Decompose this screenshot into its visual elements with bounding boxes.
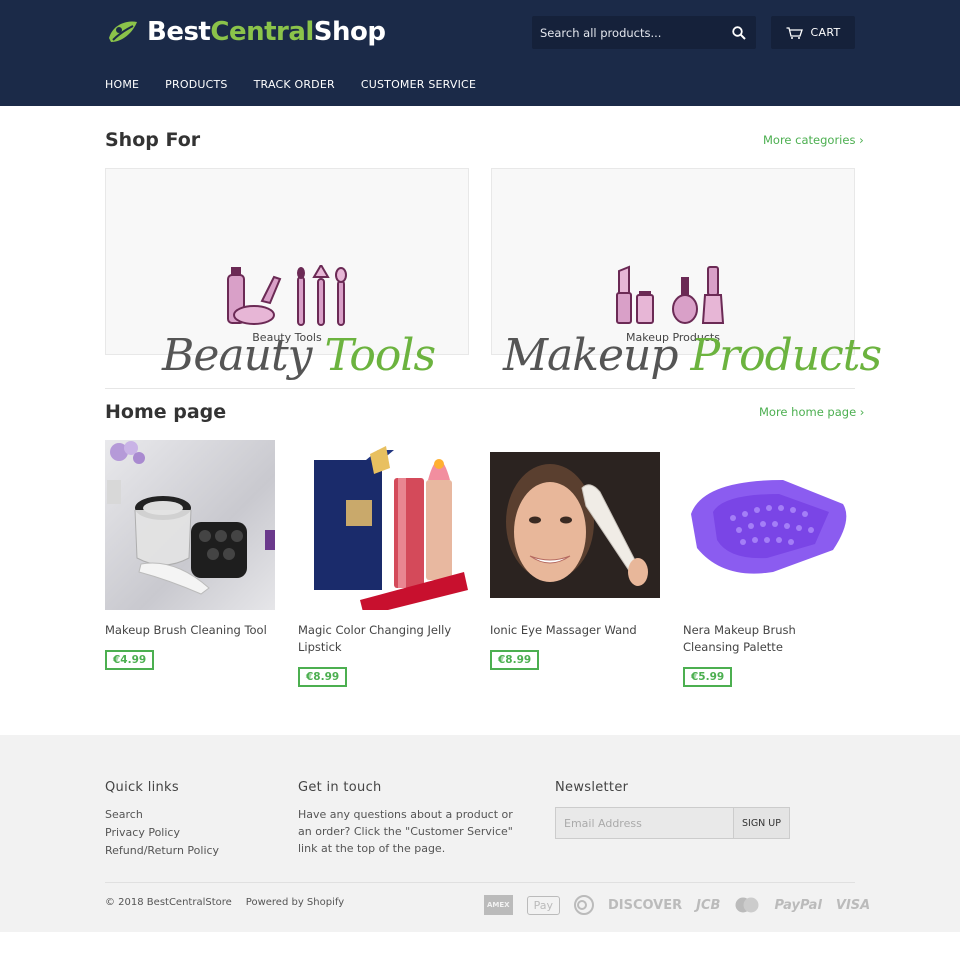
nav-customer-service[interactable]: CUSTOMER SERVICE bbox=[361, 78, 476, 91]
nav-home[interactable]: HOME bbox=[105, 78, 139, 91]
home-page-title: Home page bbox=[105, 401, 227, 423]
product-title[interactable]: Nera Makeup Brush Cleansing Palette bbox=[683, 622, 855, 656]
diners-icon bbox=[573, 895, 594, 915]
get-in-touch-text: Have any questions about a product or an… bbox=[298, 808, 513, 855]
get-in-touch-title: Get in touch bbox=[298, 780, 382, 795]
collection-makeup-products[interactable]: Makeup Products bbox=[491, 168, 855, 355]
paypal-icon: PayPal bbox=[774, 897, 822, 913]
more-categories-link[interactable]: More categories › bbox=[763, 133, 864, 147]
footer-copyright: © 2018 BestCentralStore Powered by Shopi… bbox=[105, 897, 358, 908]
search-input[interactable] bbox=[532, 16, 722, 49]
section-divider bbox=[105, 388, 855, 389]
footer-link-refund-policy[interactable]: Refund/Return Policy bbox=[105, 844, 219, 857]
main-nav: HOME PRODUCTS TRACK ORDER CUSTOMER SERVI… bbox=[105, 78, 502, 91]
makeup-products-script-heading: Makeup Products bbox=[503, 330, 882, 381]
product-image[interactable] bbox=[490, 440, 660, 610]
beauty-tools-illustration bbox=[106, 265, 468, 329]
product-card[interactable]: Makeup Brush Cleaning Tool €4.99 bbox=[105, 440, 277, 670]
jcb-icon: JCB bbox=[696, 897, 721, 913]
product-title[interactable]: Magic Color Changing Jelly Lipstick bbox=[298, 622, 470, 656]
product-price-badge: €8.99 bbox=[490, 650, 540, 670]
footer-link-privacy-policy[interactable]: Privacy Policy bbox=[105, 826, 219, 839]
discover-icon: DISCOVER bbox=[607, 897, 683, 913]
product-image[interactable] bbox=[105, 440, 275, 610]
product-price-badge: €4.99 bbox=[105, 650, 155, 670]
mastercard-icon bbox=[734, 897, 760, 913]
footer-divider bbox=[105, 882, 855, 883]
product-title[interactable]: Makeup Brush Cleaning Tool bbox=[105, 622, 277, 639]
quick-links-list: Search Privacy Policy Refund/Return Poli… bbox=[105, 808, 219, 862]
product-image[interactable] bbox=[683, 440, 853, 610]
payment-icons: AMEX Pay DISCOVER JCB PayPal VISA bbox=[484, 895, 884, 915]
search-bar bbox=[532, 16, 756, 49]
cart-icon bbox=[786, 26, 803, 39]
apple-pay-icon: Pay bbox=[526, 895, 560, 915]
copyright-text: © 2018 BestCentralStore bbox=[105, 897, 232, 908]
product-price-badge: €5.99 bbox=[683, 667, 733, 687]
nav-products[interactable]: PRODUCTS bbox=[165, 78, 227, 91]
product-card[interactable]: Nera Makeup Brush Cleansing Palette €5.9… bbox=[683, 440, 855, 687]
footer-link-search[interactable]: Search bbox=[105, 808, 219, 821]
search-button[interactable] bbox=[722, 16, 756, 49]
site-footer: Quick links Search Privacy Policy Refund… bbox=[0, 735, 960, 932]
product-title[interactable]: Ionic Eye Massager Wand bbox=[490, 622, 662, 639]
amex-icon: AMEX bbox=[484, 895, 513, 915]
product-card[interactable]: Magic Color Changing Jelly Lipstick €8.9… bbox=[298, 440, 470, 687]
more-home-page-link[interactable]: More home page › bbox=[759, 405, 864, 419]
beauty-tools-script-heading: Beauty Tools bbox=[162, 330, 436, 381]
product-card[interactable]: Ionic Eye Massager Wand €8.99 bbox=[490, 440, 662, 670]
powered-by-link[interactable]: Powered by Shopify bbox=[246, 897, 344, 908]
shop-for-title: Shop For bbox=[105, 129, 201, 151]
logo-leaf-icon bbox=[109, 21, 137, 42]
logo-text: BestCentralShop bbox=[147, 17, 386, 47]
product-image[interactable] bbox=[298, 440, 468, 610]
cart-label: CART bbox=[810, 26, 841, 39]
visa-icon: VISA bbox=[835, 897, 871, 913]
newsletter-title: Newsletter bbox=[555, 780, 629, 795]
store-logo[interactable]: BestCentralShop bbox=[105, 12, 386, 52]
product-price-badge: €8.99 bbox=[298, 667, 348, 687]
makeup-products-illustration bbox=[492, 265, 854, 329]
newsletter-signup-button[interactable]: SIGN UP bbox=[733, 807, 790, 839]
site-header: BestCentralShop CART HOME PRODUCTS TRACK… bbox=[0, 0, 960, 106]
search-icon bbox=[732, 25, 746, 40]
nav-track-order[interactable]: TRACK ORDER bbox=[254, 78, 335, 91]
quick-links-title: Quick links bbox=[105, 780, 179, 795]
newsletter-email-input[interactable] bbox=[555, 807, 734, 839]
collection-beauty-tools[interactable]: Beauty Tools bbox=[105, 168, 469, 355]
cart-button[interactable]: CART bbox=[771, 16, 855, 49]
